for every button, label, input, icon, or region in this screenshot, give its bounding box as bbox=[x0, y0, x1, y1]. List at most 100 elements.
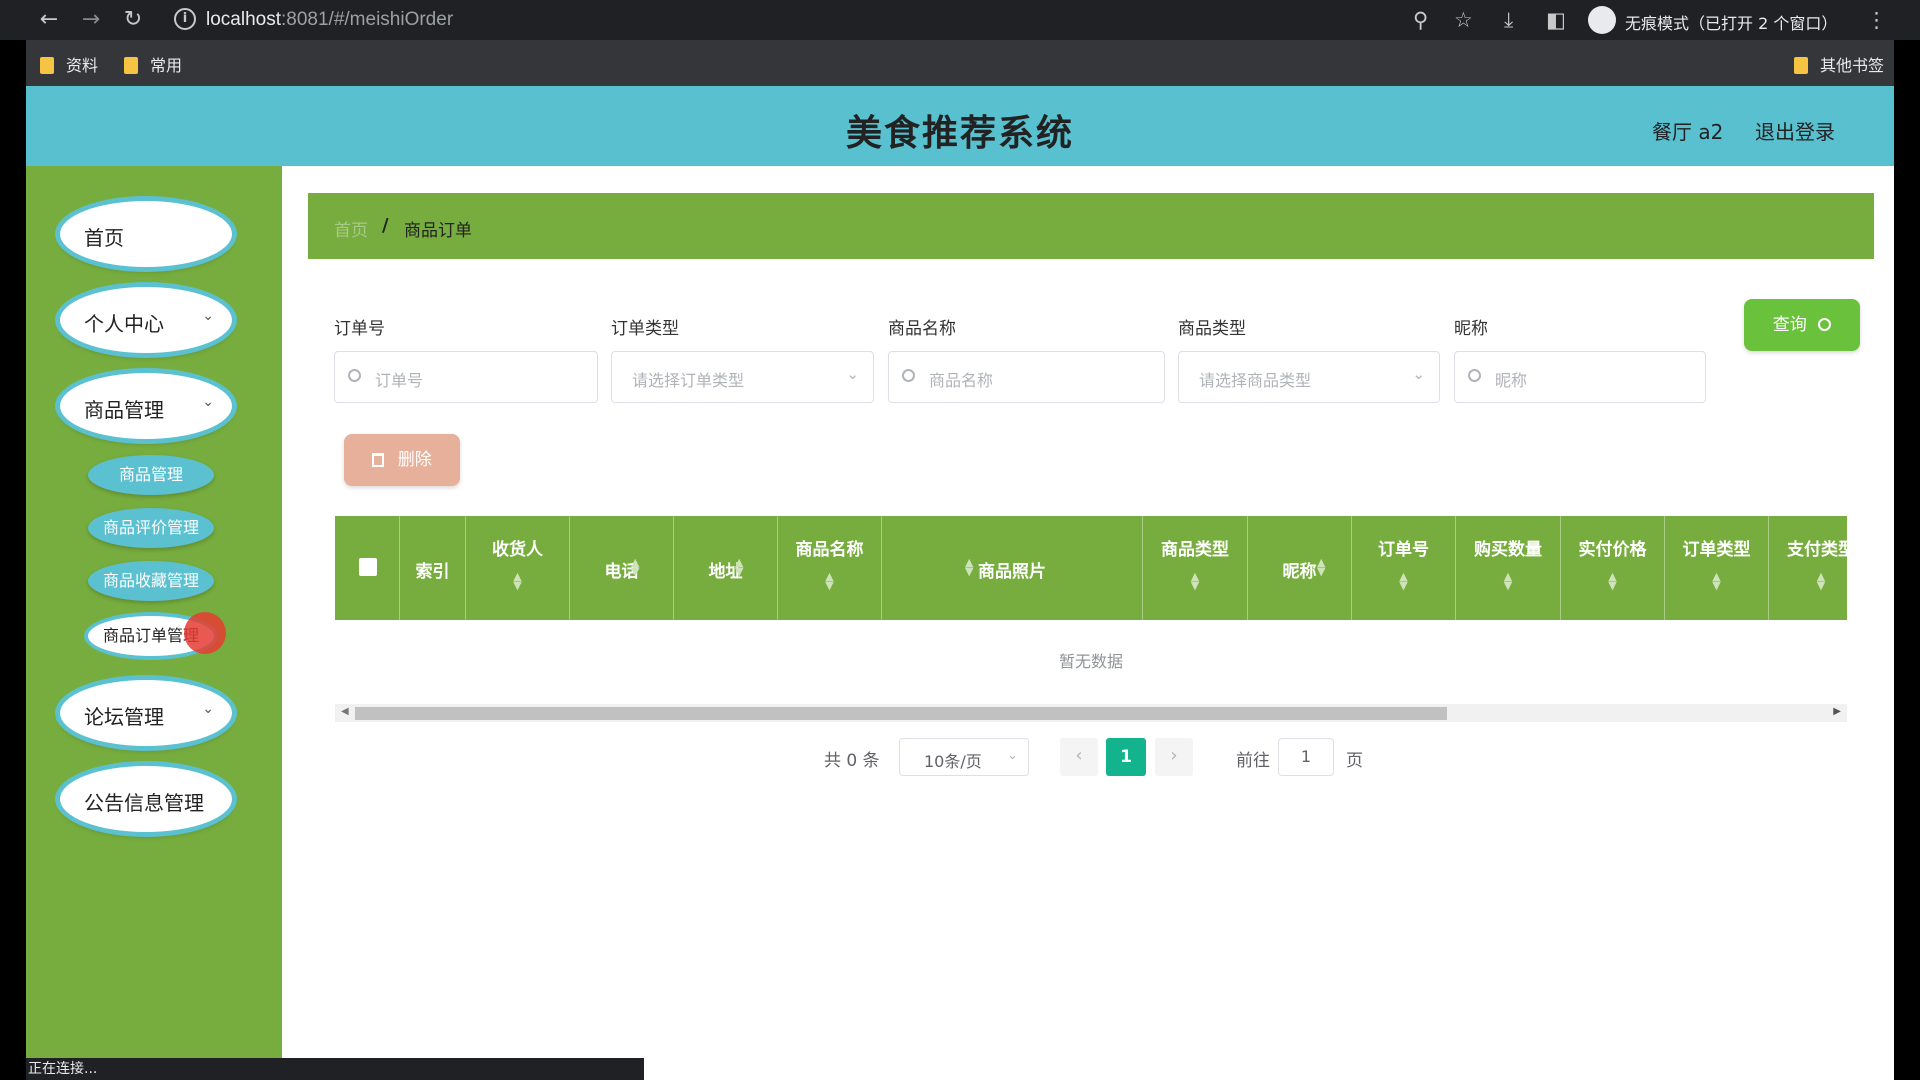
sidepanel-icon[interactable]: ◧ bbox=[1546, 7, 1566, 33]
sort-icon[interactable]: ▲ ▼ bbox=[631, 557, 639, 577]
next-page-button[interactable]: › bbox=[1155, 738, 1193, 776]
query-button[interactable]: 查询 bbox=[1744, 299, 1860, 351]
sort-icon[interactable]: ▲ ▼ bbox=[735, 557, 743, 577]
user-name[interactable]: 餐厅 a2 bbox=[1652, 116, 1723, 145]
column-header[interactable]: 电话 bbox=[570, 516, 674, 620]
query-button-label: 查询 bbox=[1772, 315, 1807, 335]
column-header[interactable]: 收货人 ▲ ▼ bbox=[466, 516, 570, 620]
key-icon[interactable]: ⚲ bbox=[1413, 7, 1428, 33]
url-text[interactable]: localhost:8081/#/meishiOrder bbox=[206, 9, 453, 31]
submenu-item-favorites[interactable]: 商品收藏管理 bbox=[88, 561, 214, 601]
page-jump-input[interactable]: 1 bbox=[1278, 738, 1334, 776]
pagination-page-unit: 页 bbox=[1346, 751, 1363, 771]
breadcrumb-current: 商品订单 bbox=[404, 221, 472, 241]
search-icon bbox=[902, 369, 915, 382]
sidebar-item-products[interactable]: 商品管理 ⌄ bbox=[60, 373, 232, 439]
download-icon[interactable]: ⤓ bbox=[1504, 7, 1513, 33]
product-name-label: 商品名称 bbox=[888, 319, 956, 339]
star-icon[interactable]: ☆ bbox=[1454, 7, 1473, 33]
incognito-label[interactable]: 无痕模式（已打开 2 个窗口） bbox=[1625, 10, 1837, 34]
column-header[interactable]: 实付价格 ▲ ▼ bbox=[1561, 516, 1665, 620]
order-no-input[interactable]: 订单号 bbox=[334, 351, 598, 403]
chevron-down-icon: ⌄ bbox=[846, 365, 859, 383]
select-all-cell bbox=[335, 516, 400, 620]
search-icon bbox=[1818, 318, 1832, 331]
screen: ← → ↻ i localhost:8081/#/meishiOrder ⚲ ☆… bbox=[0, 0, 1920, 1080]
bookmark-folder-0[interactable]: 资料 bbox=[40, 52, 98, 76]
pagination-goto-label: 前往 bbox=[1236, 751, 1270, 771]
product-type-placeholder: 请选择商品类型 bbox=[1199, 371, 1312, 390]
sort-icon[interactable]: ▲ ▼ bbox=[1352, 571, 1455, 591]
sort-icon[interactable]: ▲ ▼ bbox=[1456, 571, 1560, 591]
other-bookmarks[interactable]: 其他书签 bbox=[1794, 52, 1884, 76]
sidebar-item-profile[interactable]: 个人中心 ⌄ bbox=[60, 287, 232, 353]
search-icon bbox=[348, 369, 361, 382]
sort-icon[interactable]: ▲ ▼ bbox=[1317, 557, 1325, 577]
main-content: 首页 / 商品订单 订单号 订单号 订单类型 请选择订单类型 ⌄ 商品名称 商品… bbox=[282, 166, 1894, 1080]
breadcrumb-home[interactable]: 首页 bbox=[334, 216, 368, 241]
info-icon[interactable]: i bbox=[174, 8, 196, 30]
submenu-item-reviews[interactable]: 商品评价管理 bbox=[88, 508, 214, 548]
column-header[interactable]: 昵称 bbox=[1248, 516, 1352, 620]
reload-icon[interactable]: ↻ bbox=[119, 6, 147, 34]
bookmarks-bar: 资料 常用 其他书签 bbox=[26, 40, 1894, 86]
submenu-item-products[interactable]: 商品管理 bbox=[88, 455, 214, 495]
sidebar-item-forum[interactable]: 论坛管理 ⌄ bbox=[60, 680, 232, 746]
prev-page-button[interactable]: ‹ bbox=[1060, 738, 1098, 776]
delete-button-label: 删除 bbox=[397, 450, 432, 470]
sidebar-item-announcements[interactable]: 公告信息管理 bbox=[60, 766, 232, 832]
order-type-select[interactable]: 请选择订单类型 ⌄ bbox=[611, 351, 874, 403]
click-indicator bbox=[184, 612, 226, 654]
order-no-label: 订单号 bbox=[334, 319, 385, 339]
scroll-right-icon[interactable]: ▶ bbox=[1833, 706, 1841, 717]
sort-icon[interactable]: ▲ ▼ bbox=[466, 571, 569, 591]
breadcrumb: 首页 / 商品订单 bbox=[308, 193, 1874, 259]
product-name-placeholder: 商品名称 bbox=[929, 371, 994, 390]
menu-icon[interactable]: ⋮ bbox=[1866, 7, 1887, 33]
sidebar: 首页 个人中心 ⌄ 商品管理 ⌄ 商品管理 商品评价管理 商品收藏管理 商品订单… bbox=[26, 166, 282, 1080]
column-header[interactable]: 订单类型 ▲ ▼ bbox=[1665, 516, 1769, 620]
sort-icon[interactable]: ▲ ▼ bbox=[778, 571, 881, 591]
app-header: 美食推荐系统 餐厅 a2 退出登录 bbox=[26, 86, 1894, 166]
column-header[interactable]: 购买数量 ▲ ▼ bbox=[1456, 516, 1561, 620]
app: 美食推荐系统 餐厅 a2 退出登录 首页 个人中心 ⌄ 商品管理 ⌄ 商品管理 … bbox=[26, 86, 1894, 1080]
logout-link[interactable]: 退出登录 bbox=[1755, 116, 1835, 145]
column-header[interactable]: 商品类型 ▲ ▼ bbox=[1143, 516, 1248, 620]
sort-icon[interactable]: ▲ ▼ bbox=[1143, 571, 1247, 591]
sort-icon[interactable]: ▲ ▼ bbox=[1769, 571, 1847, 591]
column-header[interactable]: 索引 bbox=[400, 516, 466, 620]
column-header[interactable]: 订单号 ▲ ▼ bbox=[1352, 516, 1456, 620]
sort-icon[interactable]: ▲ ▼ bbox=[1665, 571, 1768, 591]
chevron-down-icon: ⌄ bbox=[202, 308, 214, 324]
horizontal-scrollbar[interactable]: ◀ ▶ bbox=[335, 704, 1847, 722]
page-size-select[interactable]: 10条/页 ⌄ bbox=[899, 738, 1029, 776]
empty-state: 暂无数据 bbox=[1058, 652, 1123, 671]
sidebar-item-label: 公告信息管理 bbox=[84, 791, 204, 815]
scroll-left-icon[interactable]: ◀ bbox=[341, 706, 349, 717]
sort-icon[interactable]: ▲ ▼ bbox=[965, 557, 973, 577]
select-all-checkbox[interactable] bbox=[359, 558, 377, 576]
incognito-icon[interactable] bbox=[1588, 6, 1616, 34]
order-no-placeholder: 订单号 bbox=[375, 371, 424, 390]
nickname-placeholder: 昵称 bbox=[1495, 371, 1528, 390]
page-button-current[interactable]: 1 bbox=[1106, 738, 1146, 776]
app-title: 美食推荐系统 bbox=[845, 113, 1074, 154]
sort-icon[interactable]: ▲ ▼ bbox=[1561, 571, 1664, 591]
delete-button[interactable]: 删除 bbox=[344, 434, 460, 486]
sidebar-item-home[interactable]: 首页 bbox=[60, 201, 232, 267]
search-icon bbox=[1468, 369, 1481, 382]
product-name-input[interactable]: 商品名称 bbox=[888, 351, 1165, 403]
forward-icon[interactable]: → bbox=[77, 6, 105, 34]
scrollbar-thumb[interactable] bbox=[355, 707, 1447, 720]
back-icon[interactable]: ← bbox=[35, 6, 63, 34]
sidebar-item-label: 首页 bbox=[84, 226, 124, 250]
order-type-label: 订单类型 bbox=[611, 319, 679, 339]
column-header[interactable]: 商品照片 bbox=[882, 516, 1143, 620]
column-header[interactable]: 支付类型 ▲ ▼ bbox=[1769, 516, 1847, 620]
nickname-input[interactable]: 昵称 bbox=[1454, 351, 1706, 403]
product-type-select[interactable]: 请选择商品类型 ⌄ bbox=[1178, 351, 1440, 403]
column-header[interactable]: 地址 bbox=[674, 516, 778, 620]
folder-icon bbox=[40, 57, 54, 74]
bookmark-folder-1[interactable]: 常用 bbox=[124, 52, 182, 76]
column-header[interactable]: 商品名称 ▲ ▼ bbox=[778, 516, 882, 620]
